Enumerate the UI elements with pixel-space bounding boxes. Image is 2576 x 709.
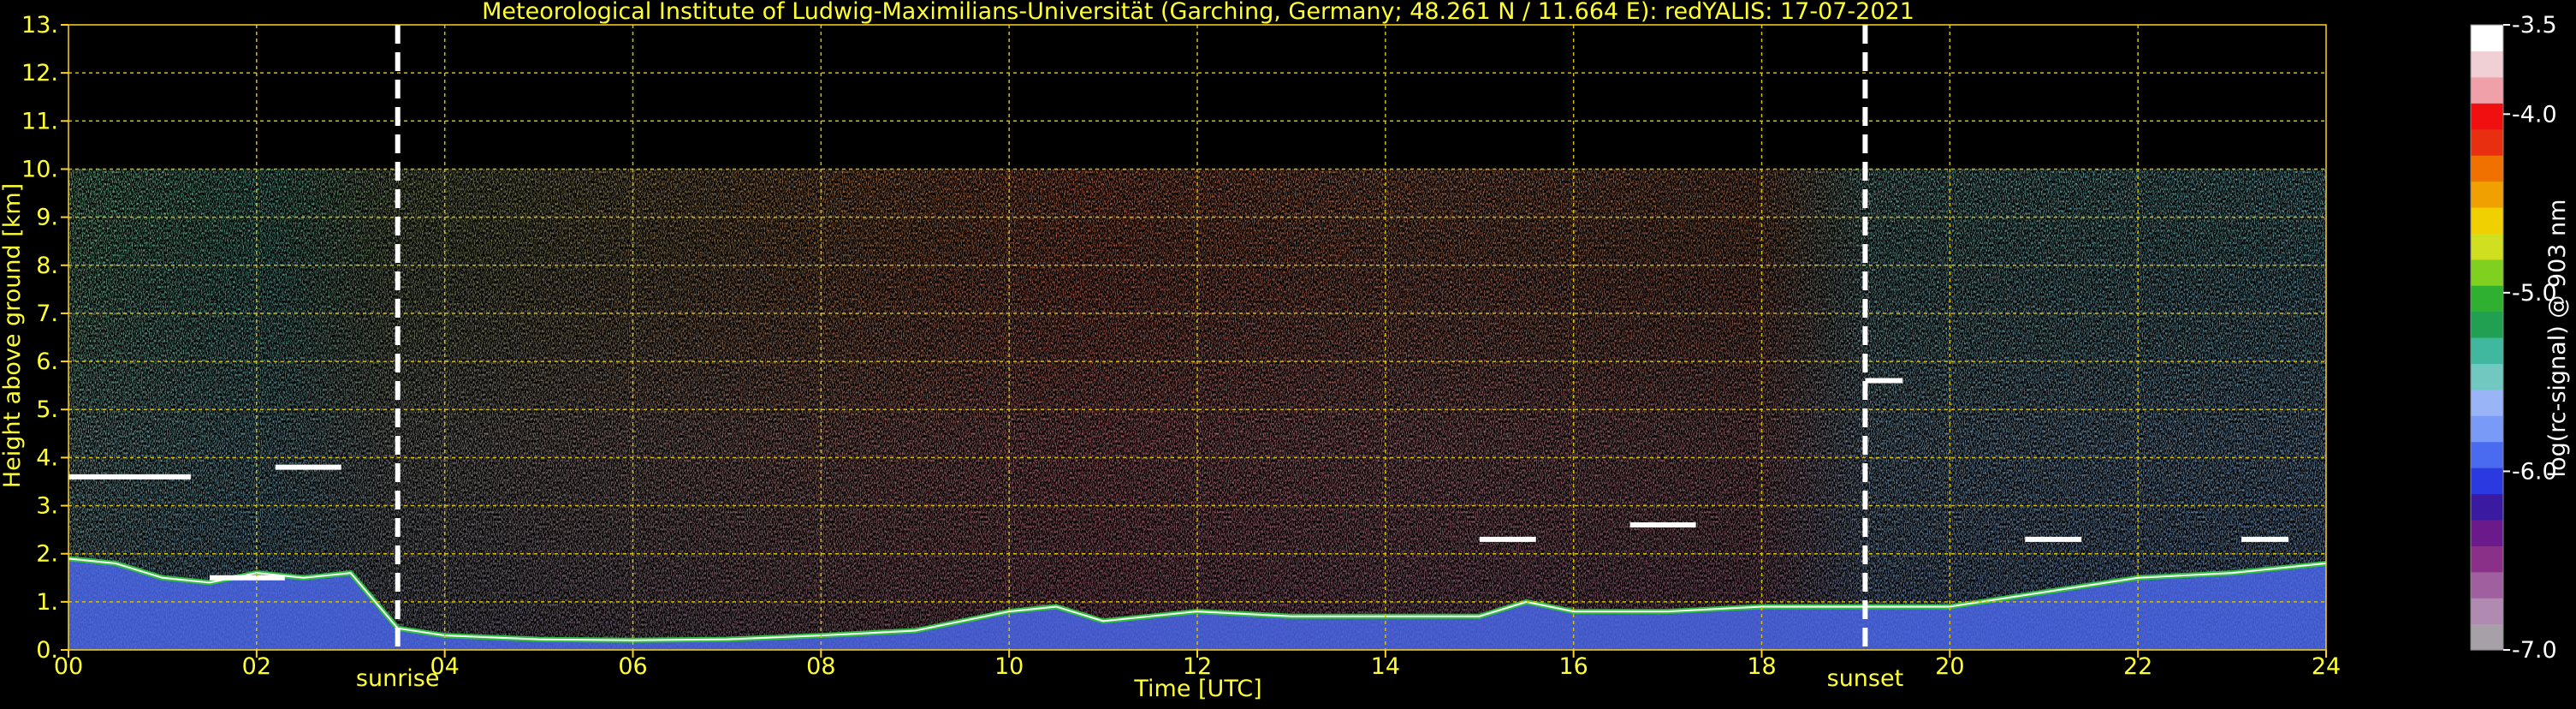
y-tick-label: 2. — [36, 541, 58, 568]
y-tick-label: 7. — [36, 301, 58, 327]
quicklook-chart: Meteorological Institute of Ludwig-Maxim… — [0, 0, 2571, 702]
colorbar-label: log(rc-signal) @ 903 nm — [2544, 200, 2571, 478]
x-tick-label: 20 — [1935, 653, 1964, 680]
x-axis-label: Time [UTC] — [1133, 676, 1261, 702]
y-tick-label: 13. — [21, 12, 58, 39]
colorbar-swatch — [2471, 25, 2503, 52]
colorbar-swatch — [2471, 389, 2503, 416]
colorbar-swatch — [2471, 363, 2503, 390]
colorbar-swatch — [2471, 285, 2503, 313]
x-tick-label: 14 — [1371, 653, 1400, 680]
colorbar-tick-label: -4.0 — [2512, 101, 2557, 128]
y-tick-label: 5. — [36, 396, 58, 423]
y-tick-label: 11. — [21, 108, 58, 134]
x-tick-label: 16 — [1558, 653, 1588, 680]
y-tick-label: 4. — [36, 444, 58, 471]
x-tick-label: 18 — [1747, 653, 1776, 680]
y-tick-label: 0. — [36, 637, 58, 664]
y-tick-label: 12. — [21, 60, 58, 86]
colorbar-swatch — [2471, 51, 2503, 78]
colorbar-swatch — [2471, 337, 2503, 365]
colorbar-tick-label: -7.0 — [2512, 637, 2557, 664]
colorbar-swatch — [2471, 206, 2503, 234]
x-tick-label: 22 — [2123, 653, 2152, 680]
colorbar-swatch — [2471, 493, 2503, 521]
x-tick-label: 24 — [2312, 653, 2341, 680]
y-tick-label: 8. — [36, 253, 58, 279]
y-axis-label: Height above ground [km] — [0, 183, 26, 488]
x-tick-label: 04 — [430, 653, 459, 680]
colorbar-swatch — [2471, 311, 2503, 338]
y-axis-ticks: 0. 1. 2. 3. 4. 5. 6. 7. 8. 9. 10. 11. 12. 13. — [21, 12, 68, 664]
colorbar-swatch — [2471, 598, 2503, 625]
colorbar-swatch — [2471, 571, 2503, 599]
colorbar-tick-label: -3.5 — [2512, 12, 2557, 39]
colorbar-swatch — [2471, 155, 2503, 182]
colorbar-swatch — [2471, 181, 2503, 208]
colorbar-swatch — [2471, 103, 2503, 130]
y-tick-label: 9. — [36, 205, 58, 231]
colorbar-swatch — [2471, 468, 2503, 495]
y-tick-label: 10. — [21, 156, 58, 182]
colorbar-swatch — [2471, 128, 2503, 156]
y-tick-label: 1. — [36, 589, 58, 616]
sun-marker-label: sunset — [1827, 665, 1904, 692]
colorbar-swatch — [2471, 519, 2503, 546]
x-tick-label: 06 — [618, 653, 647, 680]
plot-area — [68, 25, 2326, 650]
x-tick-label: 08 — [806, 653, 835, 680]
colorbar-swatch — [2471, 623, 2503, 651]
colorbar-swatch — [2471, 545, 2503, 573]
colorbar-swatch — [2471, 259, 2503, 286]
colorbar-swatch — [2471, 441, 2503, 468]
lidar-figure: Meteorological Institute of Ludwig-Maxim… — [0, 0, 2576, 706]
y-tick-label: 6. — [36, 349, 58, 375]
colorbar-swatch — [2471, 233, 2503, 260]
chart-title: Meteorological Institute of Ludwig-Maxim… — [482, 0, 1914, 25]
x-tick-label: 02 — [242, 653, 271, 680]
colorbar-swatch — [2471, 415, 2503, 443]
sun-marker-label: sunrise — [356, 665, 440, 692]
x-tick-label: 10 — [994, 653, 1024, 680]
colorbar-swatch — [2471, 76, 2503, 104]
y-tick-label: 3. — [36, 493, 58, 520]
